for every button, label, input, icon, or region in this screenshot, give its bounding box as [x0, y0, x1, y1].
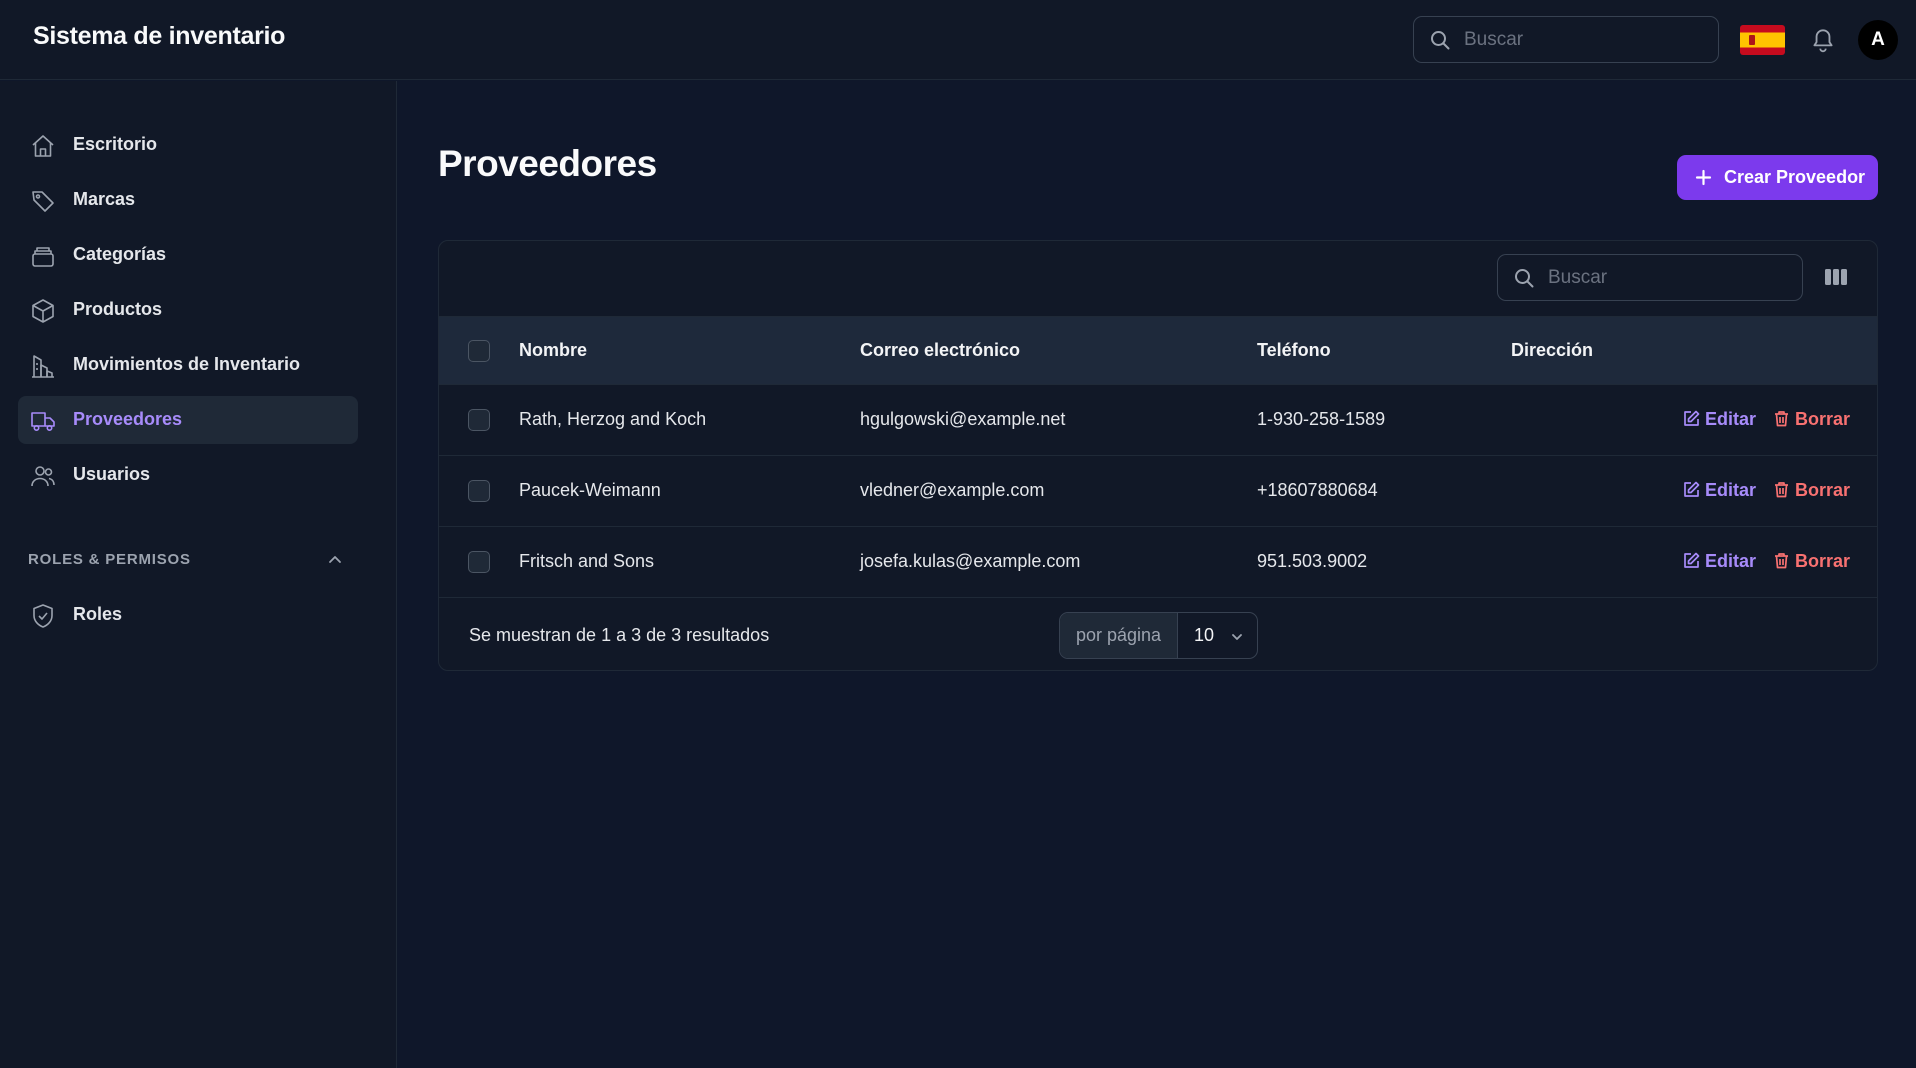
- sidebar-item-productos[interactable]: Productos: [18, 286, 358, 334]
- table-row: Rath, Herzog and Koch hgulgowski@example…: [439, 384, 1877, 455]
- sidebar-item-label: Proveedores: [73, 409, 183, 429]
- sidebar-item-label: Productos: [73, 299, 163, 319]
- supplier-name: Fritsch and Sons: [519, 551, 655, 571]
- table-header: Nombre Correo electrónico Teléfono Direc…: [439, 316, 1877, 384]
- results-summary: Se muestran de 1 a 3 de 3 resultados: [469, 625, 770, 645]
- spain-flag-icon[interactable]: [1740, 25, 1785, 55]
- table-footer: Se muestran de 1 a 3 de 3 resultados por…: [439, 597, 1877, 670]
- row-checkbox[interactable]: [468, 480, 490, 502]
- per-page-label: por página: [1060, 613, 1178, 658]
- truck-icon: [31, 412, 55, 431]
- table-row: Paucek-Weimann vledner@example.com +1860…: [439, 455, 1877, 526]
- column-header-nombre[interactable]: Nombre: [519, 340, 587, 361]
- tag-icon: [32, 191, 54, 212]
- sidebar-item-categorias[interactable]: Categorías: [18, 231, 358, 279]
- building-chart-icon: [32, 355, 54, 378]
- supplier-phone: 951.503.9002: [1257, 551, 1368, 571]
- sidebar-item-escritorio[interactable]: Escritorio: [18, 121, 358, 169]
- table-row: Fritsch and Sons josefa.kulas@example.co…: [439, 526, 1877, 597]
- suppliers-table-card: Nombre Correo electrónico Teléfono Direc…: [438, 240, 1878, 671]
- supplier-phone: 1-930-258-1589: [1257, 409, 1386, 429]
- sidebar-item-proveedores[interactable]: Proveedores: [18, 396, 358, 444]
- top-bar: Sistema de inventario A: [0, 0, 1916, 80]
- cube-icon: [32, 299, 54, 323]
- delete-label: Borrar: [1795, 409, 1851, 429]
- app-title[interactable]: Sistema de inventario: [33, 22, 285, 51]
- edit-label: Editar: [1705, 480, 1757, 500]
- sidebar-item-marcas[interactable]: Marcas: [18, 176, 358, 224]
- create-supplier-label: Crear Proveedor: [1724, 167, 1866, 187]
- supplier-email: hgulgowski@example.net: [860, 409, 1066, 429]
- sidebar-item-label: Escritorio: [73, 134, 158, 154]
- delete-label: Borrar: [1795, 480, 1851, 500]
- column-header-correo[interactable]: Correo electrónico: [860, 340, 1020, 361]
- column-header-direccion[interactable]: Dirección: [1511, 340, 1593, 361]
- row-checkbox[interactable]: [468, 551, 490, 573]
- supplier-phone: +18607880684: [1257, 480, 1378, 500]
- supplier-email: vledner@example.com: [860, 480, 1045, 500]
- avatar[interactable]: A: [1858, 20, 1898, 60]
- page-title: Proveedores: [438, 143, 657, 184]
- table-search-input[interactable]: [1548, 255, 1788, 300]
- chevron-down-icon: [1232, 634, 1242, 640]
- sidebar: Escritorio Marcas Categorías Productos M…: [0, 81, 397, 1068]
- trash-icon: [1775, 482, 1788, 498]
- select-all-checkbox[interactable]: [468, 340, 490, 362]
- sidebar-item-label: Usuarios: [73, 464, 151, 484]
- table-search[interactable]: [1497, 254, 1803, 301]
- bell-icon[interactable]: [1810, 26, 1836, 54]
- sidebar-item-movimientos[interactable]: Movimientos de Inventario: [18, 341, 358, 389]
- columns-toggle-icon[interactable]: [1824, 267, 1848, 287]
- sidebar-item-label: Roles: [73, 604, 123, 624]
- trash-icon: [1775, 553, 1788, 569]
- edit-icon: [1684, 481, 1700, 497]
- edit-label: Editar: [1705, 551, 1757, 571]
- sidebar-item-label: Categorías: [73, 244, 167, 264]
- layers-icon: [32, 247, 54, 267]
- supplier-email: josefa.kulas@example.com: [860, 551, 1081, 571]
- per-page-select[interactable]: por página 10: [1059, 612, 1258, 659]
- sidebar-item-label: Marcas: [73, 189, 136, 209]
- global-search[interactable]: [1413, 16, 1719, 63]
- global-search-input[interactable]: [1464, 17, 1704, 62]
- supplier-name: Paucek-Weimann: [519, 480, 661, 500]
- delete-label: Borrar: [1795, 551, 1851, 571]
- search-icon: [1431, 31, 1450, 50]
- sidebar-item-label: Movimientos de Inventario: [73, 354, 301, 374]
- trash-icon: [1775, 411, 1788, 427]
- supplier-name: Rath, Herzog and Koch: [519, 409, 707, 429]
- create-supplier-button[interactable]: Crear Proveedor: [1677, 155, 1878, 200]
- shield-check-icon: [33, 604, 53, 628]
- edit-icon: [1684, 552, 1700, 568]
- users-icon: [31, 466, 55, 487]
- search-icon: [1515, 269, 1534, 288]
- edit-label: Editar: [1705, 409, 1757, 429]
- chevron-up-icon[interactable]: [326, 551, 344, 569]
- row-checkbox[interactable]: [468, 409, 490, 431]
- roles-permisos-group-label[interactable]: ROLES & PERMISOS: [28, 551, 191, 568]
- edit-icon: [1684, 410, 1700, 426]
- column-header-telefono[interactable]: Teléfono: [1257, 340, 1331, 361]
- sidebar-item-roles[interactable]: Roles: [18, 591, 358, 639]
- plus-icon: [1695, 169, 1712, 186]
- sidebar-item-usuarios[interactable]: Usuarios: [18, 451, 358, 499]
- per-page-value: 10: [1194, 625, 1215, 645]
- home-icon: [32, 135, 54, 157]
